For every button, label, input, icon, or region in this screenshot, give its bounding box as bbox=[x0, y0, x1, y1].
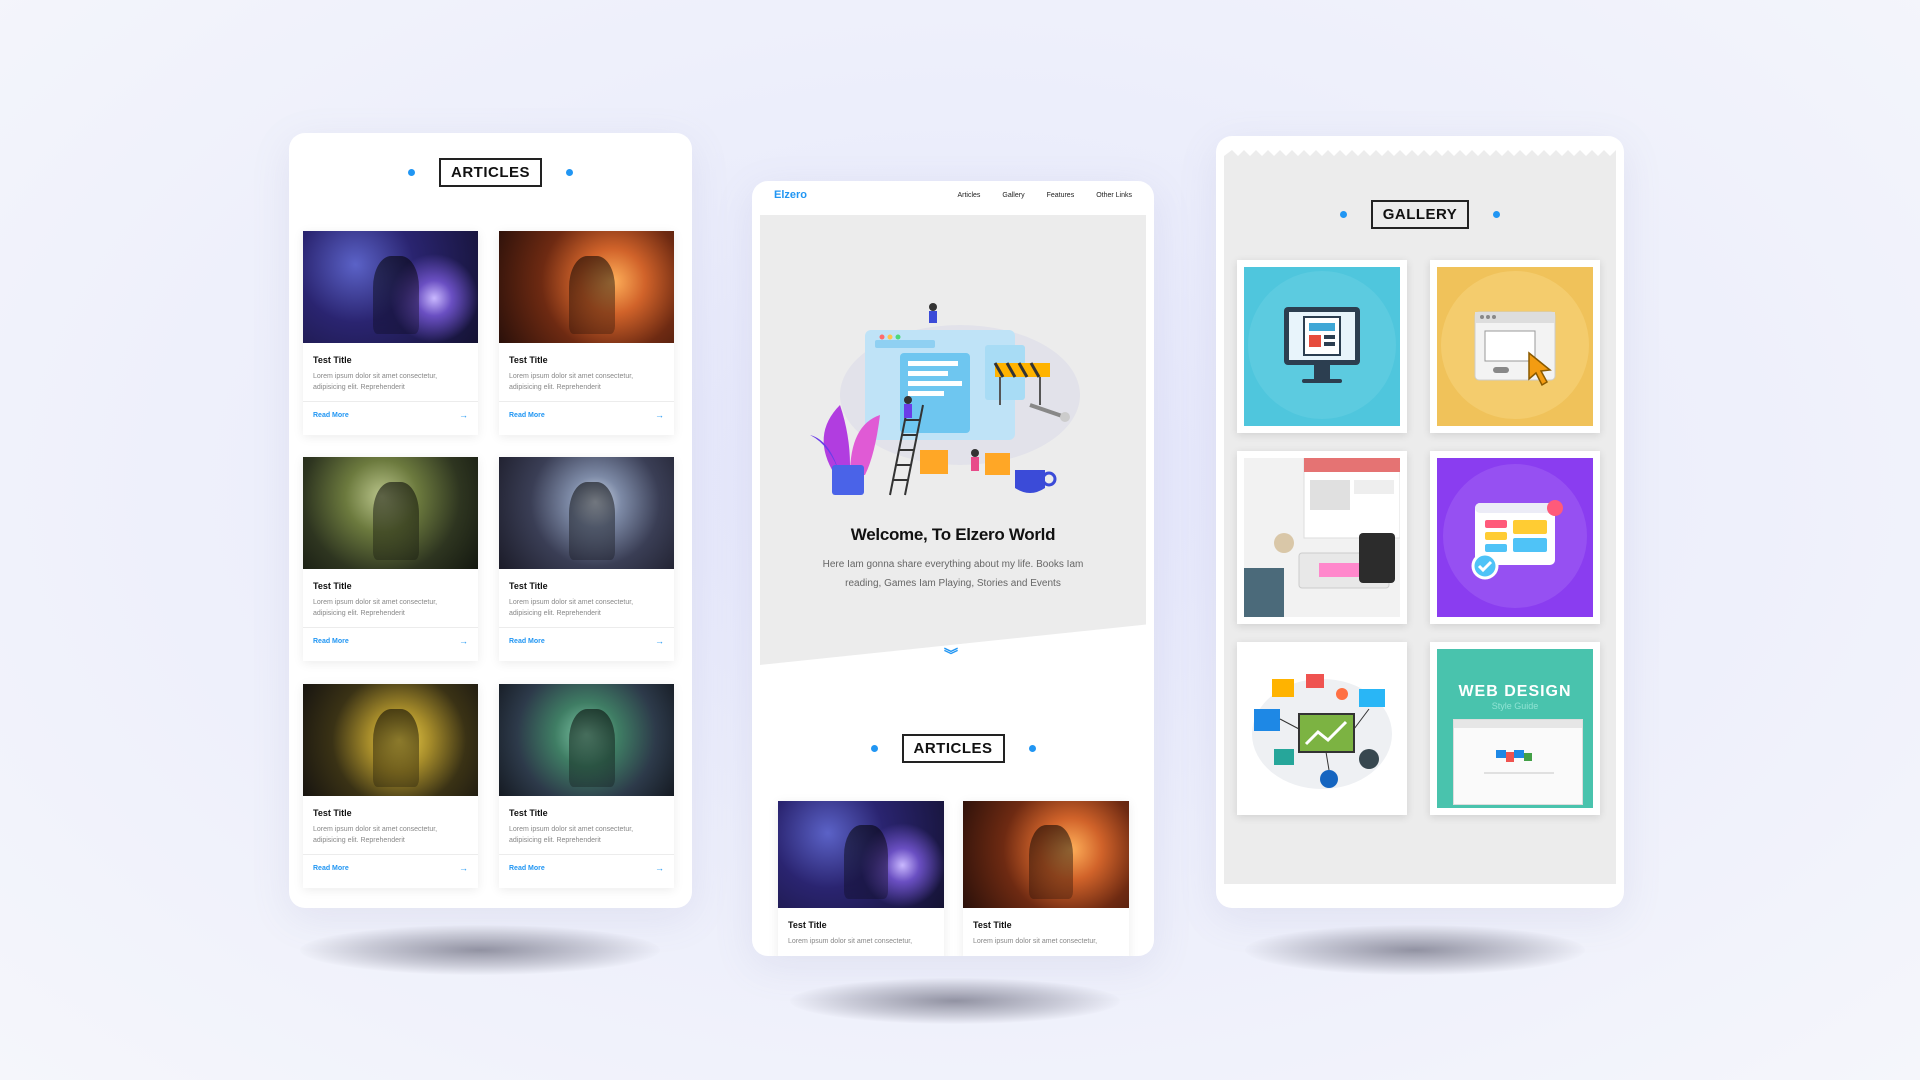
article-title: Test Title bbox=[313, 581, 352, 591]
computer-monitor-illustration bbox=[1244, 267, 1400, 426]
article-image bbox=[303, 457, 478, 569]
gallery-section: GALLERY WEB DESIGN Style Guide bbox=[1224, 144, 1616, 884]
article-title: Test Title bbox=[509, 808, 548, 818]
article-title: Test Title bbox=[788, 920, 827, 930]
chevron-down-icon[interactable]: ︾ bbox=[944, 648, 958, 662]
nav-link-gallery[interactable]: Gallery bbox=[1002, 192, 1024, 199]
articles-heading: ARTICLES bbox=[289, 158, 692, 187]
article-card[interactable]: Test Title Lorem ipsum dolor sit amet co… bbox=[778, 801, 944, 956]
article-title: Test Title bbox=[313, 808, 352, 818]
gallery-item[interactable] bbox=[1430, 260, 1600, 433]
arrow-right-icon[interactable]: → bbox=[655, 863, 664, 873]
nav-link-features[interactable]: Features bbox=[1047, 192, 1075, 199]
hero-title: Welcome, To Elzero World bbox=[850, 525, 1056, 544]
gallery-item[interactable] bbox=[1430, 451, 1600, 624]
read-more-link[interactable]: Read More bbox=[509, 865, 545, 872]
article-card[interactable]: Test Title Lorem ipsum dolor sit amet co… bbox=[303, 457, 478, 661]
middle-panel-shadow bbox=[790, 978, 1120, 1024]
article-text: Lorem ipsum dolor sit amet consectetur, … bbox=[313, 373, 438, 392]
home-panel: Elzero Articles Gallery Features Other L… bbox=[752, 181, 1154, 956]
section-title: ARTICLES bbox=[901, 734, 1005, 763]
style-guide-mockup bbox=[1453, 719, 1583, 805]
arrow-right-icon[interactable]: → bbox=[655, 410, 664, 420]
arrow-right-icon[interactable]: → bbox=[459, 410, 468, 420]
web-design-style-guide: WEB DESIGN Style Guide bbox=[1437, 649, 1593, 808]
article-text: Lorem ipsum dolor sit amet consectetur, … bbox=[509, 373, 634, 392]
gallery-item[interactable]: WEB DESIGN Style Guide bbox=[1430, 642, 1600, 815]
heading-dot-left bbox=[1339, 211, 1347, 218]
hero-description: Here Iam gonna share everything about my… bbox=[822, 559, 1084, 589]
nav-links: Articles Gallery Features Other Links bbox=[957, 192, 1132, 199]
gallery-panel: GALLERY WEB DESIGN Style Guide bbox=[1216, 136, 1624, 908]
gallery-item[interactable] bbox=[1237, 260, 1407, 433]
zigzag-edge bbox=[1224, 144, 1616, 156]
arrow-right-icon[interactable]: → bbox=[655, 636, 664, 646]
arrow-right-icon[interactable]: → bbox=[459, 863, 468, 873]
article-card[interactable]: Test Title Lorem ipsum dolor sit amet co… bbox=[499, 684, 674, 888]
gallery-heading: GALLERY bbox=[1224, 200, 1616, 229]
hero-section: Welcome, To Elzero World Here Iam gonna … bbox=[760, 215, 1146, 665]
article-text: Lorem ipsum dolor sit amet consectetur, bbox=[973, 938, 1098, 945]
gallery-item[interactable] bbox=[1237, 451, 1407, 624]
article-image bbox=[303, 231, 478, 343]
read-more-link[interactable]: Read More bbox=[313, 865, 349, 872]
article-text: Lorem ipsum dolor sit amet consectetur, … bbox=[509, 599, 634, 618]
gallery-item-title: WEB DESIGN bbox=[1458, 683, 1572, 700]
article-text: Lorem ipsum dolor sit amet consectetur, … bbox=[313, 826, 438, 845]
heading-dot-left bbox=[408, 169, 415, 176]
article-image bbox=[499, 684, 674, 796]
articles-panel: ARTICLES Test Title Lorem ipsum dolor si… bbox=[289, 133, 692, 908]
left-panel-shadow bbox=[300, 925, 660, 975]
article-card[interactable]: Test Title Lorem ipsum dolor sit amet co… bbox=[499, 231, 674, 435]
article-title: Test Title bbox=[509, 581, 548, 591]
read-more-link[interactable]: Read More bbox=[509, 412, 545, 419]
hero-illustration bbox=[810, 303, 1080, 496]
web-app-ui-illustration bbox=[1437, 458, 1593, 617]
read-more-link[interactable]: Read More bbox=[509, 638, 545, 645]
heading-dot-left bbox=[870, 745, 878, 752]
right-panel-shadow bbox=[1245, 925, 1585, 975]
article-title: Test Title bbox=[509, 355, 548, 365]
article-image bbox=[778, 801, 944, 908]
article-image bbox=[303, 684, 478, 796]
read-more-link[interactable]: Read More bbox=[313, 412, 349, 419]
designer-desk-photo bbox=[1244, 458, 1400, 617]
article-text: Lorem ipsum dolor sit amet consectetur, … bbox=[313, 599, 438, 618]
section-title: GALLERY bbox=[1370, 200, 1470, 229]
top-navbar: Elzero Articles Gallery Features Other L… bbox=[752, 181, 1154, 209]
gallery-item[interactable] bbox=[1237, 642, 1407, 815]
article-card[interactable]: Test Title Lorem ipsum dolor sit amet co… bbox=[499, 457, 674, 661]
network-icons-illustration bbox=[1244, 649, 1400, 808]
article-image bbox=[499, 457, 674, 569]
article-text: Lorem ipsum dolor sit amet consectetur, bbox=[788, 938, 913, 945]
site-logo[interactable]: Elzero bbox=[774, 189, 807, 201]
arrow-right-icon[interactable]: → bbox=[459, 636, 468, 646]
heading-dot-right bbox=[1493, 211, 1501, 218]
article-text: Lorem ipsum dolor sit amet consectetur, … bbox=[509, 826, 634, 845]
article-card[interactable]: Test Title Lorem ipsum dolor sit amet co… bbox=[303, 231, 478, 435]
read-more-link[interactable]: Read More bbox=[313, 638, 349, 645]
article-title: Test Title bbox=[313, 355, 352, 365]
nav-link-articles[interactable]: Articles bbox=[957, 192, 980, 199]
heading-dot-right bbox=[1028, 745, 1036, 752]
section-title: ARTICLES bbox=[439, 158, 542, 187]
article-image bbox=[963, 801, 1129, 908]
articles-heading: ARTICLES bbox=[752, 734, 1154, 763]
article-card[interactable]: Test Title Lorem ipsum dolor sit amet co… bbox=[963, 801, 1129, 956]
gallery-item-subtitle: Style Guide bbox=[1491, 701, 1539, 711]
article-title: Test Title bbox=[973, 920, 1012, 930]
heading-dot-right bbox=[566, 169, 573, 176]
browser-cursor-illustration bbox=[1437, 267, 1593, 426]
article-card[interactable]: Test Title Lorem ipsum dolor sit amet co… bbox=[303, 684, 478, 888]
article-image bbox=[499, 231, 674, 343]
nav-link-other-links[interactable]: Other Links bbox=[1096, 192, 1132, 199]
